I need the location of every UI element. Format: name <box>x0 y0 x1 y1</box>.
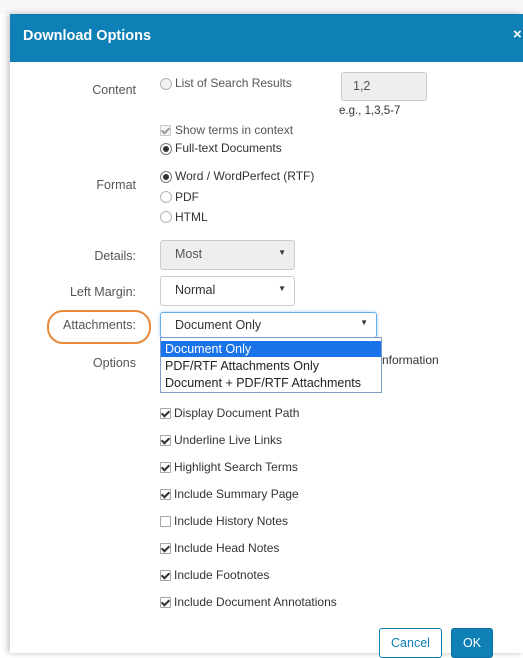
full-text-documents-label: Full-text Documents <box>175 141 282 155</box>
ok-button[interactable]: OK <box>451 628 493 658</box>
format-html-label: HTML <box>175 210 208 224</box>
dialog-title: Download Options <box>23 28 152 44</box>
options-partial-text: nformation <box>382 353 439 367</box>
option-label: Include Footnotes <box>174 568 270 582</box>
option-checkbox[interactable] <box>160 516 171 527</box>
option-checkbox[interactable] <box>160 570 171 581</box>
option-checkbox[interactable] <box>160 435 171 446</box>
range-hint: e.g., 1,3,5-7 <box>339 105 401 117</box>
options-label: Options <box>92 356 136 370</box>
option-checkbox[interactable] <box>160 408 171 419</box>
format-rtf-radio[interactable] <box>160 171 172 183</box>
details-value: Most <box>175 247 203 261</box>
format-html-radio[interactable] <box>160 211 172 223</box>
full-text-documents-radio[interactable] <box>160 143 172 155</box>
details-select[interactable]: Most ▼ <box>160 240 295 270</box>
content-label: Content <box>92 83 136 97</box>
close-icon[interactable]: × <box>513 26 522 43</box>
option-label: Include Summary Page <box>174 487 299 501</box>
option-checkbox[interactable] <box>160 462 171 473</box>
attachments-dropdown: Document Only PDF/RTF Attachments Only D… <box>160 337 382 393</box>
chevron-down-icon: ▼ <box>278 284 286 293</box>
show-terms-checkbox[interactable] <box>160 125 171 136</box>
option-checkbox[interactable] <box>160 597 171 608</box>
list-of-search-results-label: List of Search Results <box>175 76 292 90</box>
background-strip <box>0 0 523 14</box>
attachments-option-pdf-rtf-only[interactable]: PDF/RTF Attachments Only <box>161 358 381 374</box>
option-label: Underline Live Links <box>174 433 283 447</box>
option-checkbox[interactable] <box>160 489 171 500</box>
document-range-value: 1,2 <box>353 79 371 93</box>
attachments-label: Attachments: <box>63 318 136 332</box>
show-terms-label: Show terms in context <box>175 123 294 137</box>
option-label: Display Document Path <box>174 406 300 420</box>
download-options-dialog: Download Options × Content List of Searc… <box>10 14 523 658</box>
left-margin-select[interactable]: Normal ▼ <box>160 276 295 306</box>
left-margin-value: Normal <box>175 283 216 297</box>
option-checkbox[interactable] <box>160 543 171 554</box>
attachments-option-document-plus-pdf-rtf[interactable]: Document + PDF/RTF Attachments <box>161 375 381 391</box>
dialog-header: Download Options × <box>10 14 523 62</box>
document-range-input[interactable]: 1,2 <box>341 72 427 101</box>
format-label: Format <box>96 178 136 192</box>
chevron-down-icon: ▼ <box>360 318 368 327</box>
format-pdf-label: PDF <box>175 190 199 204</box>
option-label: Include History Notes <box>174 514 289 528</box>
details-label: Details: <box>94 249 136 263</box>
option-label: Highlight Search Terms <box>174 460 298 474</box>
format-rtf-label: Word / WordPerfect (RTF) <box>175 169 315 183</box>
cancel-button[interactable]: Cancel <box>379 628 442 658</box>
attachments-value: Document Only <box>175 318 262 332</box>
attachments-option-document-only[interactable]: Document Only <box>161 341 381 357</box>
attachments-select[interactable]: Document Only ▼ <box>160 312 377 338</box>
chevron-down-icon: ▼ <box>278 248 286 257</box>
left-margin-label: Left Margin: <box>69 285 136 299</box>
format-pdf-radio[interactable] <box>160 191 172 203</box>
list-of-search-results-radio[interactable] <box>160 78 172 90</box>
option-label: Include Head Notes <box>174 541 280 555</box>
option-label: Include Document Annotations <box>174 595 337 609</box>
